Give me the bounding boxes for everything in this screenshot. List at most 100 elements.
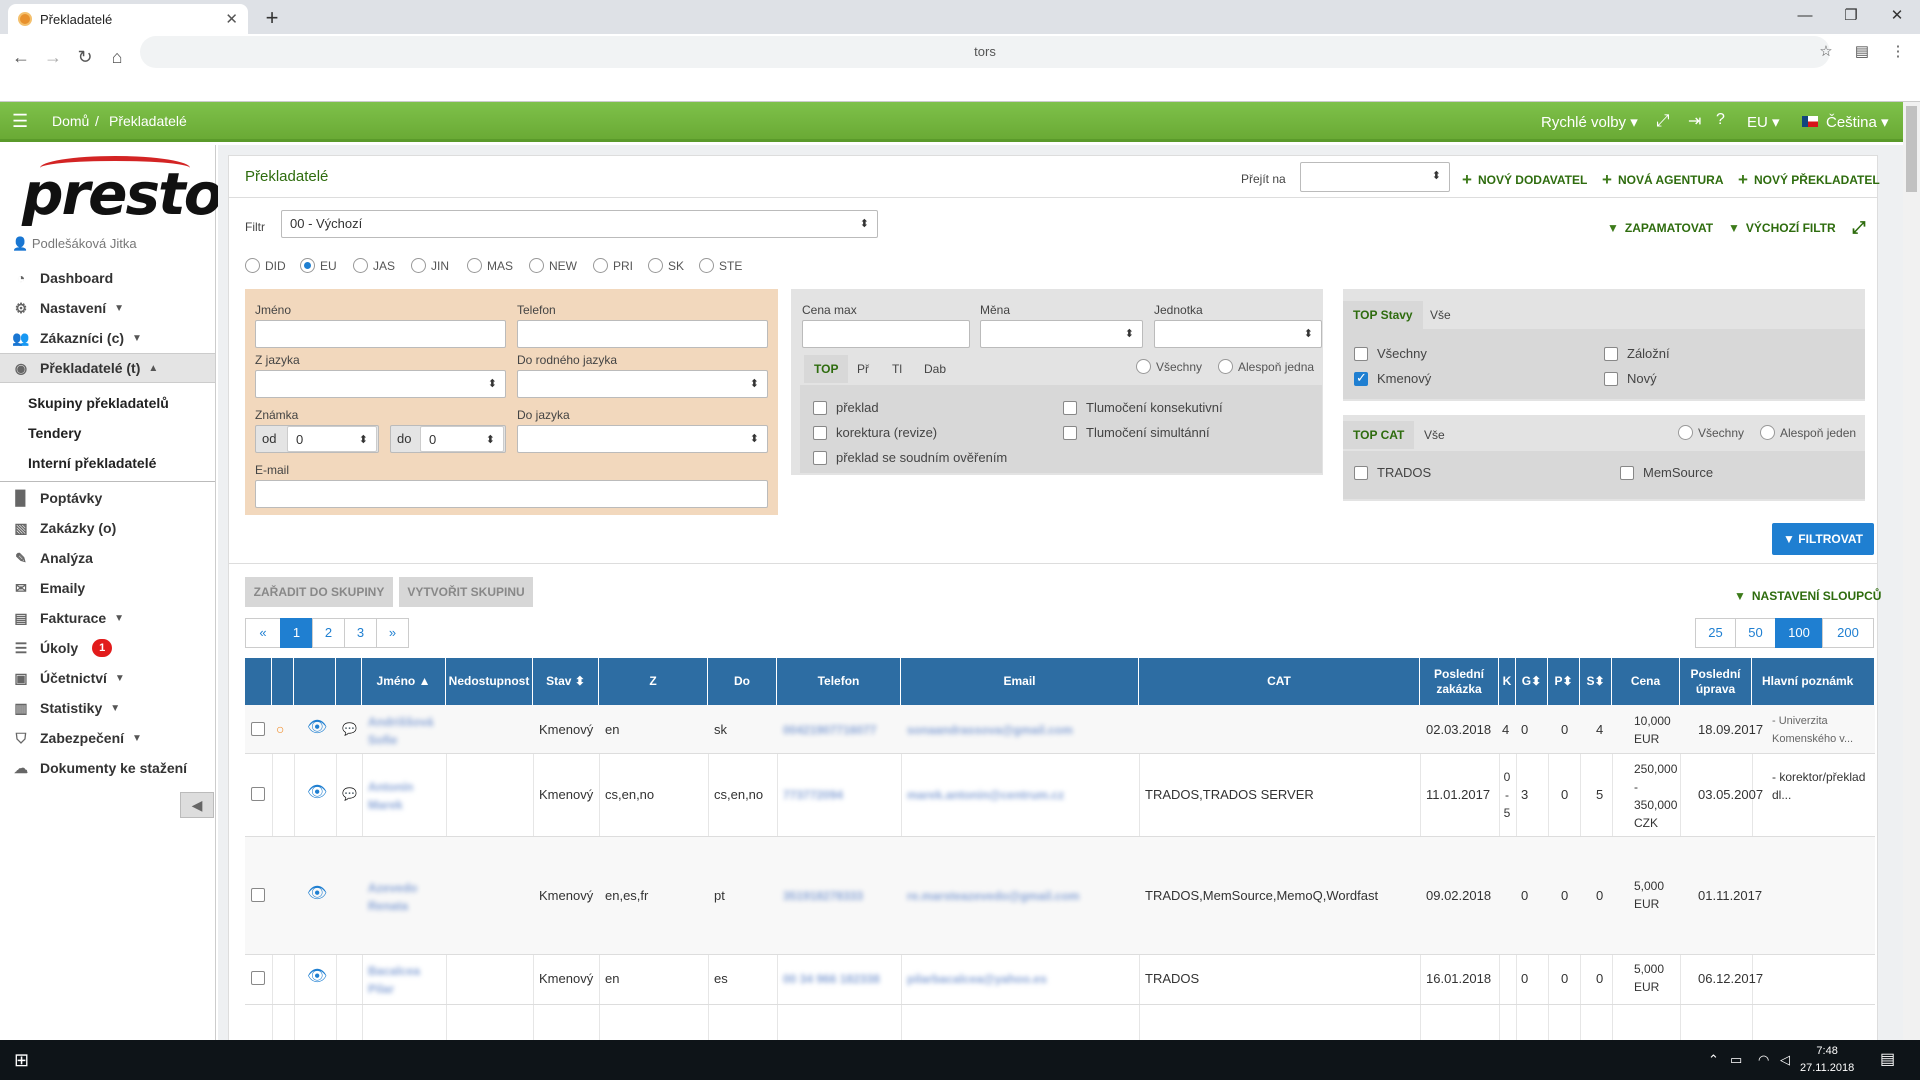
browser-tab[interactable]: Překladatelé ✕ (8, 4, 248, 34)
comment-icon[interactable]: 💬 (342, 785, 357, 803)
region-radio[interactable]: STE (699, 258, 742, 273)
filter-submit-button[interactable]: ▼ FILTROVAT (1772, 523, 1874, 555)
eye-icon[interactable]: 👁 (307, 885, 327, 903)
currency-select[interactable] (980, 320, 1143, 348)
eye-icon[interactable]: 👁 (307, 784, 327, 802)
row-name[interactable]: Azevedo Renata (368, 879, 428, 915)
create-group-button[interactable]: VYTVOŘIT SKUPINU (399, 577, 533, 607)
column-state[interactable]: Stav ⬍ (533, 658, 599, 705)
tab-top-states[interactable]: TOP Stavy (1343, 301, 1423, 329)
sidebar-item-statistics[interactable]: ▥ Statistiky ▼ (0, 693, 215, 723)
row-email[interactable]: pilarbacalcea@yahoo.es (907, 970, 1047, 988)
column-s[interactable]: S ⬍ (1580, 658, 1612, 705)
breadcrumb-home[interactable]: Domů (52, 113, 89, 129)
tab-translation[interactable]: Př (857, 362, 869, 376)
address-bar[interactable]: tors (140, 36, 1830, 68)
expand-icon[interactable]: ⤢ (1852, 218, 1866, 238)
sidebar-item-downloads[interactable]: ☁ Dokumenty ke stažení (0, 753, 215, 783)
sidebar-item-dashboard[interactable]: ◔ Dashboard (0, 263, 215, 293)
home-icon[interactable]: ⌂ (102, 42, 132, 72)
region-radio[interactable]: EU (300, 258, 337, 273)
page-button[interactable]: 3 (344, 618, 377, 648)
notification-icon[interactable]: ▤ (1880, 1049, 1895, 1069)
forward-icon[interactable]: → (38, 42, 68, 72)
column-g[interactable]: G ⬍ (1516, 658, 1548, 705)
row-name[interactable]: Andriššová Sofie (368, 713, 443, 749)
sidebar-item-invoicing[interactable]: ▤ Fakturace ▼ (0, 603, 215, 633)
row-name[interactable]: Antonín Marek (368, 778, 428, 814)
sidebar-item-accounting[interactable]: ▣ Účetnictví ▼ (0, 663, 215, 693)
browser-menu-icon[interactable]: ⋮ (1886, 42, 1910, 62)
service-atleast-radio[interactable]: Alespoň jedna (1218, 359, 1314, 374)
bookmark-star-icon[interactable]: ☆ (1814, 42, 1838, 62)
collapse-sidebar-button[interactable]: ◀ (180, 792, 214, 818)
logo[interactable]: presto (22, 160, 224, 228)
service-checkbox[interactable]: Tlumočení konsekutivní (1063, 400, 1223, 415)
service-checkbox[interactable]: Tlumočení simultánní (1063, 425, 1210, 440)
fullscreen-icon[interactable]: ⤢ (1656, 111, 1670, 131)
close-tab-icon[interactable]: ✕ (225, 10, 238, 28)
service-checkbox[interactable]: překlad se soudním ověřením (813, 450, 1007, 465)
page-size-button[interactable]: 200 (1822, 618, 1874, 648)
row-email[interactable]: re.marsteazevedo@gmail.com (907, 887, 1079, 905)
volume-icon[interactable]: ◁ (1780, 1052, 1790, 1068)
tab-top-cat[interactable]: TOP CAT (1343, 421, 1415, 449)
region-radio[interactable]: DID (245, 258, 286, 273)
eye-icon[interactable]: 👁 (307, 719, 327, 737)
eye-icon[interactable]: 👁 (307, 968, 327, 986)
state-checkbox[interactable]: Nový (1604, 371, 1657, 386)
column-settings-button[interactable]: ▼ NASTAVENÍ SLOUPCŮ (1734, 589, 1881, 603)
tab-dubbing[interactable]: Dab (924, 362, 946, 376)
column-to[interactable]: Do (708, 658, 777, 705)
row-checkbox[interactable] (251, 971, 274, 985)
sidebar-item-settings[interactable]: ⚙ Nastavení ▼ (0, 293, 215, 323)
tab-all-cat[interactable]: Vše (1424, 428, 1445, 442)
page-button[interactable]: 1 (280, 618, 313, 648)
new-tab-button[interactable]: + (258, 4, 286, 32)
page-next-button[interactable]: » (376, 618, 409, 648)
sidebar-item-inquiries[interactable]: ▉ Poptávky (0, 483, 215, 513)
reload-icon[interactable]: ↻ (70, 42, 100, 72)
wifi-icon[interactable]: ◠ (1758, 1052, 1769, 1068)
page-size-button[interactable]: 50 (1735, 618, 1776, 648)
quick-actions-menu[interactable]: Rychlé volby ▾ (1541, 113, 1638, 131)
name-input[interactable] (255, 320, 506, 348)
battery-icon[interactable]: ▭ (1730, 1052, 1742, 1068)
page-size-button[interactable]: 25 (1695, 618, 1736, 648)
filter-select[interactable]: 00 - Výchozí (281, 210, 878, 238)
comment-icon[interactable]: 💬 (342, 720, 357, 738)
sidebar-item-tasks[interactable]: ☰ Úkoly 1 (0, 633, 215, 663)
row-checkbox[interactable] (251, 722, 274, 736)
from-lang-select[interactable] (255, 370, 506, 398)
unit-select[interactable] (1154, 320, 1322, 348)
language-select[interactable]: Čeština ▾ (1826, 113, 1889, 131)
sidebar-item-analysis[interactable]: ✎ Analýza (0, 543, 215, 573)
state-checkbox[interactable]: Všechny (1354, 346, 1427, 361)
extension-icon[interactable]: ▤ (1850, 42, 1874, 62)
minimize-icon[interactable]: — (1782, 0, 1828, 34)
region-radio[interactable]: PRI (593, 258, 633, 273)
region-radio[interactable]: SK (648, 258, 684, 273)
sidebar-sub-tenders[interactable]: Tendery (28, 425, 81, 441)
table-row[interactable] (245, 955, 1875, 1005)
maximize-icon[interactable]: ❐ (1828, 0, 1874, 34)
sidebar-sub-groups[interactable]: Skupiny překladatelů (28, 395, 169, 411)
cat-checkbox[interactable]: TRADOS (1354, 465, 1431, 480)
windows-start-icon[interactable]: ⊞ (14, 1050, 29, 1071)
region-radio[interactable]: NEW (529, 258, 577, 273)
row-email[interactable]: marek.antonin@centrum.cz (907, 786, 1064, 804)
column-phone[interactable]: Telefon (777, 658, 901, 705)
new-agency-button[interactable]: + NOVÁ AGENTURA (1602, 170, 1724, 190)
column-from[interactable]: Z (599, 658, 708, 705)
service-checkbox[interactable]: překlad (813, 400, 879, 415)
page-scrollbar[interactable] (1903, 102, 1920, 1040)
tab-interpreting[interactable]: Tl (892, 362, 902, 376)
column-unavailability[interactable]: Nedostupnost (446, 658, 533, 705)
goto-select[interactable] (1300, 162, 1450, 192)
remember-filter-button[interactable]: ▼ ZAPAMATOVAT (1607, 221, 1713, 235)
tray-chevron-icon[interactable]: ⌃ (1708, 1052, 1719, 1068)
logout-icon[interactable]: ⇥ (1688, 111, 1701, 131)
price-max-input[interactable] (802, 320, 970, 348)
default-filter-button[interactable]: ▼ VÝCHOZÍ FILTR (1728, 221, 1836, 235)
row-checkbox[interactable] (251, 787, 274, 801)
